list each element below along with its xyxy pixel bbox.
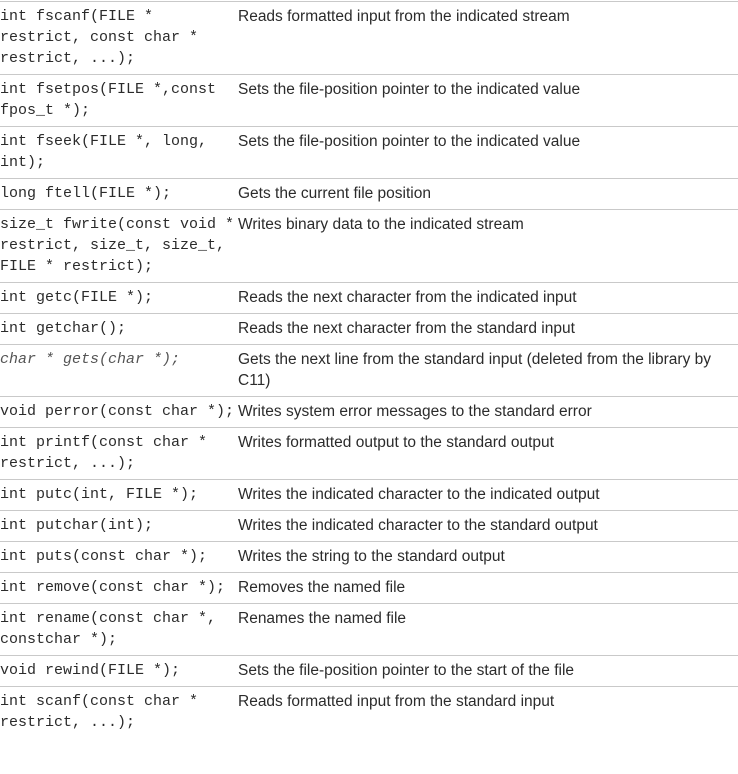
- function-prototype: long ftell(FILE *);: [0, 185, 172, 202]
- function-prototype: int fseek(FILE *, long, int);: [0, 133, 208, 171]
- function-prototype: int fscanf(FILE * restrict, const char *…: [0, 8, 199, 67]
- function-description: Renames the named file: [238, 610, 407, 627]
- table-row: void rewind(FILE *); Sets the file-posit…: [0, 655, 738, 687]
- table-row: int fscanf(FILE * restrict, const char *…: [0, 1, 738, 75]
- function-description: Reads formatted input from the standard …: [238, 693, 555, 710]
- function-description: Sets the file-position pointer to the st…: [238, 662, 575, 679]
- function-prototype: int scanf(const char * restrict, ...);: [0, 693, 199, 731]
- table-row: int fsetpos(FILE *,const fpos_t *); Sets…: [0, 74, 738, 127]
- function-prototype: int getchar();: [0, 320, 127, 337]
- table-row: int printf(const char * restrict, ...); …: [0, 427, 738, 480]
- function-prototype: int rename(const char *, constchar *);: [0, 610, 217, 648]
- function-prototype: char * gets(char *);: [0, 351, 181, 368]
- function-description: Reads the next character from the standa…: [238, 320, 575, 337]
- function-prototype: int fsetpos(FILE *,const fpos_t *);: [0, 81, 217, 119]
- table-row: int remove(const char *); Removes the na…: [0, 572, 738, 604]
- function-description: Writes binary data to the indicated stre…: [238, 216, 524, 233]
- function-prototype: size_t fwrite(const void * restrict, siz…: [0, 216, 235, 275]
- function-prototype: void perror(const char *);: [0, 403, 235, 420]
- table-row: long ftell(FILE *); Gets the current fil…: [0, 178, 738, 210]
- function-prototype: int getc(FILE *);: [0, 289, 154, 306]
- table-row: int rename(const char *, constchar *); R…: [0, 603, 738, 656]
- function-description: Reads formatted input from the indicated…: [238, 8, 570, 25]
- table-body: int fscanf(FILE * restrict, const char *…: [0, 1, 738, 739]
- function-prototype: void rewind(FILE *);: [0, 662, 181, 679]
- function-description: Removes the named file: [238, 579, 406, 596]
- table-row: void perror(const char *); Writes system…: [0, 396, 738, 428]
- function-description: Writes the indicated character to the in…: [238, 486, 600, 503]
- table-row: int getc(FILE *); Reads the next charact…: [0, 282, 738, 314]
- function-prototype: int putchar(int);: [0, 517, 154, 534]
- table-row: int putchar(int); Writes the indicated c…: [0, 510, 738, 542]
- table-row: size_t fwrite(const void * restrict, siz…: [0, 209, 738, 283]
- table-row: char * gets(char *); Gets the next line …: [0, 344, 738, 397]
- table-row: int scanf(const char * restrict, ...); R…: [0, 686, 738, 739]
- function-description: Gets the next line from the standard inp…: [238, 351, 711, 389]
- table-row: int putc(int, FILE *); Writes the indica…: [0, 479, 738, 511]
- function-description: Sets the file-position pointer to the in…: [238, 81, 581, 98]
- table-row: int fseek(FILE *, long, int); Sets the f…: [0, 126, 738, 179]
- function-description: Gets the current file position: [238, 185, 431, 202]
- function-description: Writes the indicated character to the st…: [238, 517, 598, 534]
- function-description: Writes system error messages to the stan…: [238, 403, 592, 420]
- function-prototype: int putc(int, FILE *);: [0, 486, 199, 503]
- function-prototype: int printf(const char * restrict, ...);: [0, 434, 208, 472]
- function-prototype: int remove(const char *);: [0, 579, 226, 596]
- function-description: Reads the next character from the indica…: [238, 289, 577, 306]
- table-row: int getchar(); Reads the next character …: [0, 313, 738, 345]
- function-description: Writes formatted output to the standard …: [238, 434, 554, 451]
- function-description: Writes the string to the standard output: [238, 548, 505, 565]
- table-row: int puts(const char *); Writes the strin…: [0, 541, 738, 573]
- function-description: Sets the file-position pointer to the in…: [238, 133, 581, 150]
- function-prototype: int puts(const char *);: [0, 548, 208, 565]
- function-reference-table: int fscanf(FILE * restrict, const char *…: [0, 1, 738, 738]
